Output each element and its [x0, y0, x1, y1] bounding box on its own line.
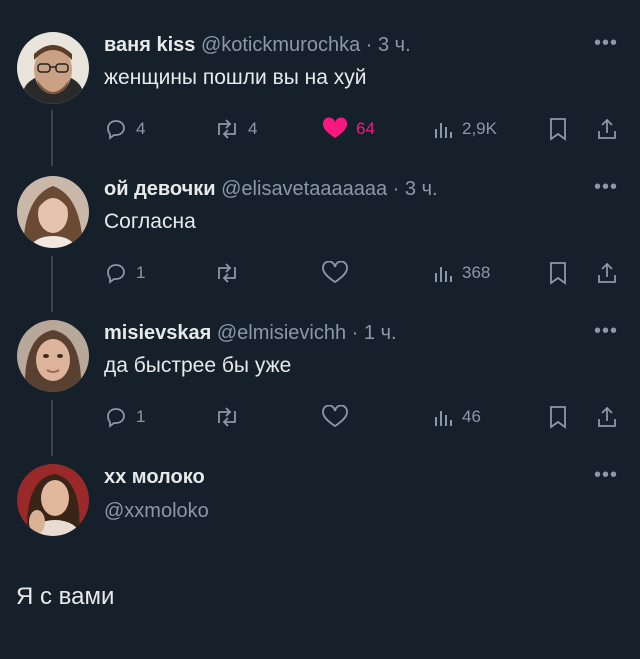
share-button[interactable]: [596, 114, 618, 144]
avatar[interactable]: [17, 32, 89, 104]
reply-button[interactable]: 1: [104, 258, 145, 288]
bookmark-button[interactable]: [548, 402, 568, 432]
more-icon[interactable]: •••: [594, 464, 618, 487]
reply-count: 4: [136, 119, 146, 138]
tweet-header: ваня kiss @kotickmurochka · 3 ч.: [104, 32, 590, 58]
views-icon: [435, 267, 452, 282]
views-count: 368: [462, 263, 491, 282]
heart-icon: [322, 261, 348, 284]
views-icon: [435, 411, 452, 426]
views-count: 46: [462, 407, 481, 426]
bookmark-icon: [550, 406, 566, 429]
views-button[interactable]: 2,9K: [434, 114, 497, 144]
retweet-button[interactable]: [214, 258, 248, 288]
avatar-image: [17, 32, 89, 104]
tweet-text: Согласна: [104, 210, 196, 233]
user-handle[interactable]: @elmisievichh: [217, 322, 346, 344]
heart-icon: [322, 405, 348, 428]
like-button[interactable]: [322, 258, 356, 288]
retweet-button[interactable]: [214, 402, 248, 432]
reply-icon: [107, 120, 125, 140]
tweet-actions: 4 4 64 2,9K: [104, 114, 624, 144]
bookmark-icon: [550, 262, 566, 285]
share-icon: [598, 262, 616, 283]
views-button[interactable]: 368: [434, 258, 490, 288]
tweet-header: misievskaя @elmisievichh · 1 ч.: [104, 320, 590, 346]
reply-count: 1: [136, 407, 146, 426]
share-button[interactable]: [596, 402, 618, 432]
views-icon: [435, 123, 452, 138]
avatar-image: [17, 176, 89, 248]
like-button[interactable]: [322, 402, 356, 432]
views-count: 2,9K: [462, 119, 497, 138]
user-handle[interactable]: @kotickmurochka: [201, 34, 360, 56]
reply-icon: [107, 264, 125, 284]
more-icon[interactable]: •••: [594, 32, 618, 55]
tweet-header: ой девочки @elisavetaaaaaaa · 3 ч.: [104, 176, 590, 202]
avatar[interactable]: [17, 176, 89, 248]
more-icon[interactable]: •••: [594, 320, 618, 343]
avatar-image: [17, 320, 89, 392]
retweet-count: 4: [248, 119, 258, 138]
avatar-image: [17, 464, 89, 536]
like-count: 64: [356, 119, 375, 138]
retweet-button[interactable]: 4: [214, 114, 257, 144]
bookmark-button[interactable]: [548, 114, 568, 144]
retweet-icon: [218, 119, 236, 139]
retweet-icon: [218, 263, 236, 283]
thread-line: [51, 256, 53, 312]
display-name[interactable]: ой девочки: [104, 178, 216, 200]
more-icon[interactable]: •••: [594, 176, 618, 199]
user-handle[interactable]: @elisavetaaaaaaa: [221, 178, 387, 200]
share-icon: [598, 406, 616, 427]
main-tweet-text: Я с вами: [16, 583, 115, 610]
share-button[interactable]: [596, 258, 618, 288]
user-handle[interactable]: @xxmoloko: [104, 500, 209, 523]
avatar[interactable]: [17, 464, 89, 536]
bookmark-button[interactable]: [548, 258, 568, 288]
share-icon: [598, 118, 616, 139]
reply-button[interactable]: 4: [104, 114, 145, 144]
heart-icon: [322, 117, 348, 138]
timestamp[interactable]: · 1 ч.: [352, 322, 397, 344]
thread-line: [51, 400, 53, 456]
display-name[interactable]: misievskaя: [104, 322, 211, 344]
bookmark-icon: [550, 118, 566, 141]
tweet-actions: 1 368: [104, 258, 624, 288]
tweet-actions: 1 46: [104, 402, 624, 432]
reply-button[interactable]: 1: [104, 402, 145, 432]
reply-icon: [107, 408, 125, 428]
like-button[interactable]: 64: [322, 114, 375, 144]
timestamp[interactable]: · 3 ч.: [366, 34, 411, 56]
retweet-icon: [218, 407, 236, 427]
tweet-text: да быстрее бы уже: [104, 354, 292, 377]
display-name[interactable]: ваня kiss: [104, 34, 195, 56]
avatar[interactable]: [17, 320, 89, 392]
tweet-header: хх молоко: [104, 464, 590, 490]
reply-count: 1: [136, 263, 146, 282]
timestamp[interactable]: · 3 ч.: [393, 178, 438, 200]
tweet-text: женщины пошли вы на хуй: [104, 66, 367, 89]
views-button[interactable]: 46: [434, 402, 481, 432]
thread-line: [51, 110, 53, 166]
display-name[interactable]: хх молоко: [104, 466, 205, 488]
